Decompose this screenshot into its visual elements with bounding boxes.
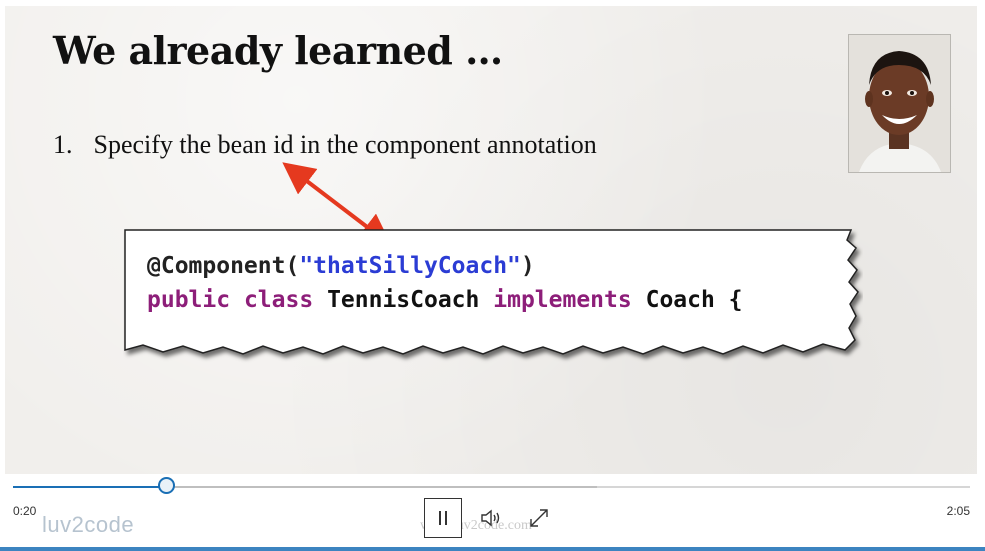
code-keyword-implements: implements: [493, 287, 632, 313]
pause-icon-bar: [445, 511, 447, 525]
code-keyword-public: public: [147, 287, 231, 313]
pause-button[interactable]: [424, 498, 462, 538]
code-keyword-class: class: [243, 287, 314, 313]
brand-logo: luv2code: [42, 512, 135, 537]
total-time: 2:05: [946, 504, 970, 518]
code-annotation-close: ): [520, 253, 535, 279]
code-class-name: TennisCoach: [327, 287, 480, 313]
volume-icon: [481, 509, 500, 527]
bottom-accent-line: [0, 547, 985, 551]
pause-icon: [439, 511, 441, 525]
code-line-2: public class TennisCoach implements Coac…: [147, 287, 743, 313]
code-interface-name: Coach {: [645, 287, 743, 313]
seek-played: [13, 486, 167, 488]
video-slide: We already learned … 1. Specify the bean…: [5, 6, 977, 474]
code-string: "thatSillyCoach": [299, 253, 521, 279]
fullscreen-button[interactable]: [520, 498, 558, 538]
seek-thumb[interactable]: [158, 477, 176, 494]
code-line-1: @Component("thatSillyCoach"): [147, 253, 535, 279]
code-annotation: @Component(: [147, 253, 300, 279]
player-controls: 0:20 2:05 luv2code www.luv2code.com: [0, 474, 985, 551]
current-time: 0:20: [13, 504, 37, 518]
fullscreen-icon: [530, 509, 548, 527]
volume-button[interactable]: [472, 498, 510, 538]
seek-bar[interactable]: [13, 477, 970, 494]
